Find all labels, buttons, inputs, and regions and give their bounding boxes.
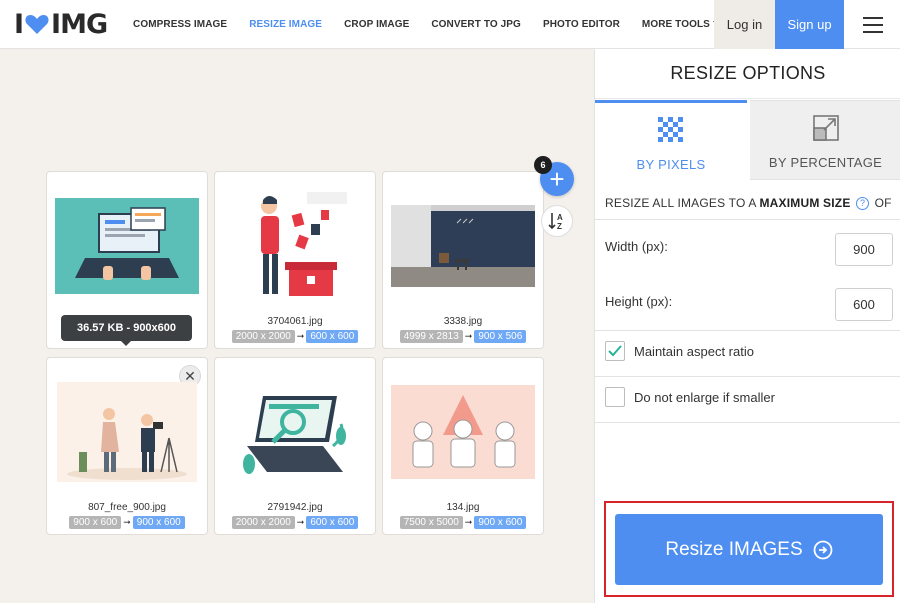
tab-by-percentage[interactable]: BY PERCENTAGE (750, 100, 900, 180)
divider (595, 219, 900, 220)
arrow-right-circle-icon (813, 540, 833, 559)
arrow-right-icon: ➞ (296, 331, 305, 341)
people-doodle-thumbnail (391, 370, 535, 494)
file-name: 807_free_900.jpg (88, 502, 166, 513)
ilovepdf-logo[interactable]: I IMG (14, 8, 108, 40)
original-dimensions: 7500 x 5000 (399, 516, 463, 529)
nav-crop-image[interactable]: CROP IMAGE (344, 19, 409, 30)
resize-percentage-icon (812, 115, 839, 141)
room-interior-photo-icon (391, 205, 535, 287)
panel-title: RESIZE OPTIONS (595, 49, 900, 99)
tab-by-pixels[interactable]: BY PIXELS (595, 100, 747, 180)
divider (595, 422, 900, 423)
original-dimensions: 2000 x 2000 (231, 516, 295, 529)
file-name: 134.jpg (446, 502, 480, 513)
file-card[interactable]: 3338.jpg 4999 x 2813 ➞ 900 x 506 (382, 171, 544, 349)
nav-more-tools[interactable]: MORE TOOLS (642, 19, 721, 30)
resize-options-panel: RESIZE OPTIONS BY PIXELS BY PERCENTAGE R… (594, 49, 900, 603)
signup-button[interactable]: Sign up (775, 0, 844, 49)
file-card[interactable]: ✕ 807_free_900.jpg 900 x 600 ➞ 900 x 600 (46, 357, 208, 535)
file-card[interactable]: 3704061.jpg 2000 x 2000 ➞ 600 x 600 (214, 171, 376, 349)
main-nav: COMPRESS IMAGE RESIZE IMAGE CROP IMAGE C… (133, 0, 743, 49)
photographers-illustration-icon (57, 382, 197, 482)
laptop-illustration-thumbnail (55, 184, 199, 308)
desc-bold: MAXIMUM SIZE (759, 196, 851, 210)
maintain-aspect-ratio-option[interactable]: Maintain aspect ratio (605, 341, 754, 361)
dimension-labels: 2000 x 2000 ➞ 600 x 600 (215, 330, 375, 343)
file-name: 2791942.jpg (267, 502, 323, 513)
divider (595, 376, 900, 377)
people-doodle-illustration-icon (391, 385, 535, 479)
file-card[interactable]: 134.jpg 7500 x 5000 ➞ 900 x 600 (382, 357, 544, 535)
file-name: 3338.jpg (443, 316, 483, 327)
room-interior-thumbnail (391, 184, 535, 308)
arrow-right-icon: ➞ (464, 331, 473, 341)
arrow-right-icon: ➞ (296, 517, 305, 527)
maintain-aspect-ratio-checkbox[interactable] (605, 341, 625, 361)
sort-az-icon[interactable]: A Z (541, 205, 573, 237)
original-dimensions: 900 x 600 (69, 516, 122, 529)
height-label: Height (px): (605, 294, 673, 309)
dimension-labels: 2000 x 2000 ➞ 600 x 600 (215, 516, 375, 529)
arrow-right-icon: ➞ (464, 517, 473, 527)
tab-by-pixels-label: BY PIXELS (636, 157, 706, 172)
pixels-grid-icon (658, 117, 683, 142)
logo-text-i: I (14, 8, 24, 40)
file-size-tooltip: 36.57 KB - 900x600 (61, 315, 192, 346)
person-boxes-thumbnail (223, 184, 367, 308)
nav-compress-image[interactable]: COMPRESS IMAGE (133, 19, 227, 30)
svg-text:A: A (557, 213, 563, 222)
nav-resize-image[interactable]: RESIZE IMAGE (249, 19, 322, 30)
divider (595, 330, 900, 331)
heart-icon (25, 15, 49, 34)
dimension-labels: 7500 x 5000 ➞ 900 x 600 (383, 516, 543, 529)
desc-suffix: OF (871, 196, 892, 210)
do-not-enlarge-option[interactable]: Do not enlarge if smaller (605, 387, 775, 407)
do-not-enlarge-label: Do not enlarge if smaller (634, 389, 775, 405)
dimension-labels: 4999 x 2813 ➞ 900 x 506 (383, 330, 543, 343)
file-name: 3704061.jpg (267, 316, 323, 327)
hamburger-menu-icon[interactable] (858, 14, 888, 36)
laptop-illustration-icon (55, 198, 199, 294)
file-card[interactable]: 2791942.jpg 2000 x 2000 ➞ 600 x 600 (214, 357, 376, 535)
original-dimensions: 4999 x 2813 (399, 330, 463, 343)
login-button[interactable]: Log in (714, 0, 775, 49)
help-question-icon[interactable]: ? (856, 197, 870, 210)
new-dimensions: 900 x 600 (474, 516, 527, 529)
check-icon (608, 345, 622, 357)
laptop-search-thumbnail (223, 370, 367, 494)
photographers-thumbnail (55, 370, 199, 494)
file-count-badge: 6 (534, 156, 552, 174)
new-dimensions: 900 x 600 (132, 516, 185, 529)
nav-photo-editor[interactable]: PHOTO EDITOR (543, 19, 620, 30)
do-not-enlarge-checkbox[interactable] (605, 387, 625, 407)
file-workspace: 000 x 000 3704061.jpg (0, 49, 594, 603)
sort-az-glyph: A Z (548, 213, 563, 231)
top-navbar: I IMG COMPRESS IMAGE RESIZE IMAGE CROP I… (0, 0, 900, 49)
tab-by-percentage-label: BY PERCENTAGE (768, 155, 883, 170)
height-input[interactable] (835, 288, 893, 321)
dimension-labels: 900 x 600 ➞ 900 x 600 (47, 516, 207, 529)
width-input[interactable] (835, 233, 893, 266)
width-label: Width (px): (605, 239, 668, 254)
new-dimensions: 600 x 600 (306, 516, 359, 529)
new-dimensions: 600 x 600 (306, 330, 359, 343)
person-with-boxes-illustration-icon (233, 184, 357, 308)
nav-more-tools-label: MORE TOOLS (641, 19, 710, 30)
maintain-aspect-ratio-label: Maintain aspect ratio (634, 343, 754, 359)
original-dimensions: 2000 x 2000 (231, 330, 295, 343)
resize-images-button[interactable]: Resize IMAGES (615, 514, 883, 585)
new-dimensions: 900 x 506 (474, 330, 527, 343)
nav-convert-to-jpg[interactable]: CONVERT TO JPG (431, 19, 521, 30)
logo-text-img: IMG (51, 8, 108, 40)
resize-description: RESIZE ALL IMAGES TO A MAXIMUM SIZE ? OF (605, 196, 895, 210)
laptop-search-illustration-icon (233, 376, 357, 488)
arrow-right-icon: ➞ (123, 517, 131, 527)
resize-images-label: Resize IMAGES (665, 538, 803, 560)
desc-prefix: RESIZE ALL IMAGES TO A (605, 196, 760, 210)
svg-text:Z: Z (557, 222, 562, 231)
